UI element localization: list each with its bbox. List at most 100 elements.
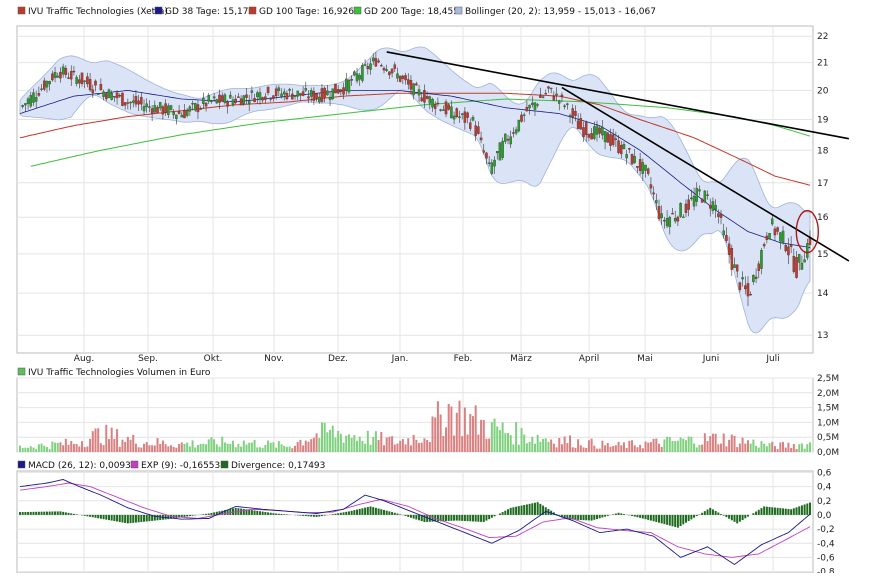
divergence-bar [275, 514, 277, 515]
divergence-bar [127, 515, 129, 524]
candle-body [480, 138, 482, 140]
candle-body [132, 101, 134, 103]
volume-bar [299, 440, 301, 452]
divergence-bar [210, 513, 212, 515]
volume-bar [332, 426, 334, 452]
divergence-bar [299, 515, 301, 516]
candle-body [278, 88, 280, 91]
divergence-bar [27, 512, 29, 515]
divergence-bar [370, 506, 372, 514]
divergence-bar [747, 515, 749, 517]
candle-body [698, 190, 700, 192]
volume-bar [326, 432, 328, 452]
divergence-bar [763, 506, 765, 514]
candle-body [46, 81, 48, 87]
candle-body [297, 91, 299, 97]
candle-body [642, 162, 644, 173]
divergence-bar [343, 512, 345, 515]
volume-bar [588, 440, 590, 452]
volume-bar [405, 444, 407, 452]
candle-body [768, 233, 770, 239]
volume-bar [502, 422, 504, 452]
candle-body [367, 66, 369, 69]
divergence-bar [669, 515, 671, 526]
divergence-bar [367, 507, 369, 515]
macd-y-tick-label: 0,6 [817, 468, 832, 478]
candle-body [38, 93, 40, 95]
divergence-bar [442, 515, 444, 521]
divergence-bar [701, 513, 703, 515]
candle-body [154, 105, 156, 112]
divergence-bar [523, 505, 525, 515]
volume-bar [682, 439, 684, 452]
volume-bar [534, 444, 536, 452]
divergence-bar [202, 514, 204, 515]
candle-body [655, 200, 657, 203]
volume-bar [94, 428, 96, 452]
x-tick-label: Mai [637, 354, 653, 364]
candle-body [653, 193, 655, 194]
volume-bar [68, 445, 70, 452]
divergence-bar [599, 515, 601, 518]
candle-body [135, 96, 137, 104]
divergence-bar [313, 515, 315, 517]
candle-body [577, 121, 579, 129]
divergence-bar [472, 515, 474, 522]
candle-body [237, 97, 239, 98]
candle-body [739, 283, 741, 290]
volume-bar [318, 438, 320, 452]
candle-body [67, 78, 69, 79]
divergence-bar [688, 515, 690, 521]
volume-bar [38, 444, 40, 452]
volume-bar [736, 447, 738, 452]
divergence-bar [192, 515, 194, 516]
divergence-bar [720, 514, 722, 515]
divergence-bar [248, 510, 250, 515]
divergence-bar [736, 515, 738, 524]
volume-bar [467, 435, 469, 452]
divergence-bar [690, 515, 692, 519]
divergence-bar [281, 514, 283, 515]
candle-body [526, 107, 528, 111]
volume-bar [359, 437, 361, 452]
volume-bar [194, 447, 196, 452]
candle-body [175, 115, 177, 119]
divergence-bar [24, 512, 26, 515]
volume-bar [542, 439, 544, 452]
divergence-bar [267, 512, 269, 515]
candle-body [205, 103, 207, 106]
volume-bar [426, 440, 428, 452]
candle-body [804, 260, 806, 262]
candle-body [51, 74, 53, 80]
divergence-bar [73, 514, 75, 515]
divergence-bar [103, 515, 105, 519]
volume-bar [690, 437, 692, 452]
candle-body [512, 133, 514, 134]
volume-bar [73, 444, 75, 452]
volume-bar [529, 442, 531, 452]
divergence-bar [804, 504, 806, 514]
volume-bar [669, 437, 671, 452]
divergence-bar [270, 513, 272, 515]
volume-bar [227, 444, 229, 452]
volume-bar [801, 443, 803, 452]
candle-body [200, 109, 202, 110]
candle-body [127, 103, 129, 104]
candle-body [609, 134, 611, 145]
volume-bar [353, 435, 355, 452]
volume-bar [769, 443, 771, 452]
macd-y-tick-label: -0,6 [817, 553, 835, 563]
candle-body [469, 123, 471, 129]
volume-bar [62, 445, 64, 452]
divergence-bar [208, 514, 210, 515]
x-tick-label: Aug. [74, 354, 94, 364]
candle-body [167, 106, 169, 115]
candle-body [407, 79, 409, 84]
divergence-bar [717, 513, 719, 515]
candle-body [466, 113, 468, 118]
volume-bar [307, 442, 309, 452]
candle-body [348, 80, 350, 92]
divergence-bar [588, 515, 590, 521]
volume-bar [391, 436, 393, 452]
divergence-bar [132, 515, 134, 523]
